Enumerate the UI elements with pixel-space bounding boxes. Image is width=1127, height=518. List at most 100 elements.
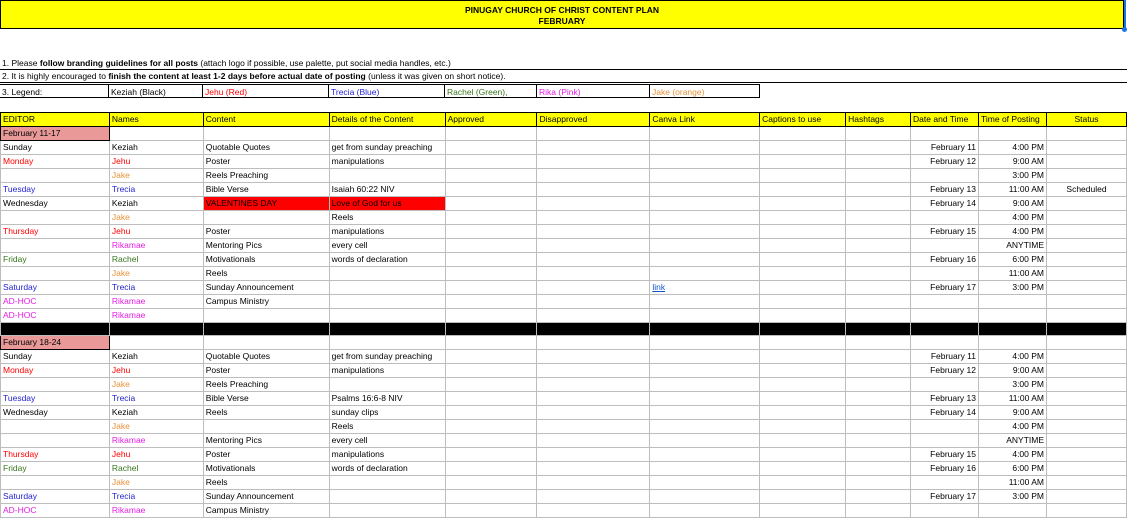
date-cell[interactable] (910, 294, 980, 309)
date-cell[interactable]: February 17 (910, 489, 980, 504)
content-cell[interactable]: Mentoring Pics (202, 433, 330, 448)
hashtags-cell[interactable] (845, 280, 912, 295)
status-cell[interactable] (1046, 503, 1127, 518)
legend-jake[interactable]: Jake (orange) (650, 84, 760, 98)
status-cell[interactable] (1046, 489, 1127, 504)
date-cell[interactable]: February 13 (910, 391, 980, 406)
details-cell[interactable] (328, 266, 446, 281)
canva-link-cell[interactable] (649, 140, 761, 155)
header-content[interactable]: Content (202, 112, 330, 127)
time-cell[interactable]: 4:00 PM (978, 224, 1047, 239)
hashtags-cell[interactable] (845, 363, 912, 378)
name-cell[interactable]: Jake (108, 475, 204, 490)
editor-cell[interactable]: AD-HOC (0, 308, 110, 323)
details-cell[interactable] (328, 503, 446, 518)
time-cell[interactable]: 4:00 PM (978, 419, 1047, 434)
header-canva-link[interactable]: Canva Link (649, 112, 761, 127)
disapproved-cell[interactable] (536, 433, 651, 448)
editor-cell[interactable]: Wednesday (0, 196, 110, 211)
content-cell[interactable]: Motivationals (202, 461, 330, 476)
hashtags-cell[interactable] (845, 349, 912, 364)
captions-cell[interactable] (759, 461, 847, 476)
legend-rachel[interactable]: Rachel (Green), (445, 84, 537, 98)
hashtags-cell[interactable] (845, 447, 912, 462)
editor-cell[interactable]: AD-HOC (0, 294, 110, 309)
canva-link-cell[interactable] (649, 182, 761, 197)
canva-link-cell[interactable] (649, 405, 761, 420)
editor-cell[interactable] (0, 475, 110, 490)
editor-cell[interactable] (0, 210, 110, 225)
disapproved-cell[interactable] (536, 405, 651, 420)
captions-cell[interactable] (759, 308, 847, 323)
status-cell[interactable] (1046, 461, 1127, 476)
captions-cell[interactable] (759, 196, 847, 211)
date-cell[interactable]: February 12 (910, 363, 980, 378)
approved-cell[interactable] (444, 419, 538, 434)
captions-cell[interactable] (759, 405, 847, 420)
name-cell[interactable]: Keziah (108, 349, 204, 364)
content-cell[interactable]: Campus Ministry (202, 503, 330, 518)
details-cell[interactable] (328, 489, 446, 504)
status-cell[interactable]: Scheduled (1046, 182, 1127, 197)
hashtags-cell[interactable] (845, 294, 912, 309)
details-cell[interactable]: get from sunday preaching (328, 349, 446, 364)
editor-cell[interactable]: Tuesday (0, 182, 110, 197)
disapproved-cell[interactable] (536, 280, 651, 295)
hashtags-cell[interactable] (845, 335, 912, 350)
content-cell[interactable]: Poster (202, 224, 330, 239)
name-cell[interactable]: Jehu (108, 154, 204, 169)
captions-cell[interactable] (759, 140, 847, 155)
header-details[interactable]: Details of the Content (328, 112, 446, 127)
hashtags-cell[interactable] (845, 210, 912, 225)
status-cell[interactable] (1046, 140, 1127, 155)
content-cell[interactable]: Bible Verse (202, 391, 330, 406)
content-cell[interactable] (202, 335, 330, 350)
status-cell[interactable] (1046, 447, 1127, 462)
name-cell[interactable]: Rikamae (108, 294, 204, 309)
hashtags-cell[interactable] (845, 433, 912, 448)
hashtags-cell[interactable] (845, 377, 912, 392)
details-cell[interactable] (328, 168, 446, 183)
name-cell[interactable]: Trecia (108, 489, 204, 504)
approved-cell[interactable] (444, 294, 538, 309)
captions-cell[interactable] (759, 377, 847, 392)
approved-cell[interactable] (444, 140, 538, 155)
status-cell[interactable] (1046, 349, 1127, 364)
captions-cell[interactable] (759, 433, 847, 448)
date-cell[interactable] (910, 126, 980, 141)
hashtags-cell[interactable] (845, 503, 912, 518)
captions-cell[interactable] (759, 294, 847, 309)
disapproved-cell[interactable] (536, 154, 651, 169)
approved-cell[interactable] (444, 154, 538, 169)
content-cell[interactable]: Quotable Quotes (202, 349, 330, 364)
approved-cell[interactable] (444, 280, 538, 295)
date-cell[interactable]: February 11 (910, 140, 980, 155)
canva-link-cell[interactable] (649, 447, 761, 462)
header-hashtags[interactable]: Hashtags (845, 112, 912, 127)
approved-cell[interactable] (444, 182, 538, 197)
status-cell[interactable] (1046, 126, 1127, 141)
details-cell[interactable]: get from sunday preaching (328, 140, 446, 155)
header-time[interactable]: Time of Posting (978, 112, 1047, 127)
captions-cell[interactable] (759, 182, 847, 197)
approved-cell[interactable] (444, 405, 538, 420)
time-cell[interactable]: 9:00 AM (978, 405, 1047, 420)
canva-link-cell[interactable] (649, 503, 761, 518)
canva-link-cell[interactable] (649, 461, 761, 476)
editor-cell[interactable] (0, 433, 110, 448)
captions-cell[interactable] (759, 363, 847, 378)
disapproved-cell[interactable] (536, 489, 651, 504)
date-cell[interactable] (910, 419, 980, 434)
week-label[interactable]: February 11-17 (0, 126, 110, 141)
disapproved-cell[interactable] (536, 196, 651, 211)
editor-cell[interactable]: Sunday (0, 140, 110, 155)
content-cell[interactable] (202, 308, 330, 323)
disapproved-cell[interactable] (536, 224, 651, 239)
name-cell[interactable]: Jehu (108, 447, 204, 462)
details-cell[interactable]: manipulations (328, 154, 446, 169)
header-date[interactable]: Date and Time (910, 112, 980, 127)
hashtags-cell[interactable] (845, 224, 912, 239)
canva-link-cell[interactable] (649, 335, 761, 350)
approved-cell[interactable] (444, 447, 538, 462)
name-cell[interactable]: Jehu (108, 363, 204, 378)
